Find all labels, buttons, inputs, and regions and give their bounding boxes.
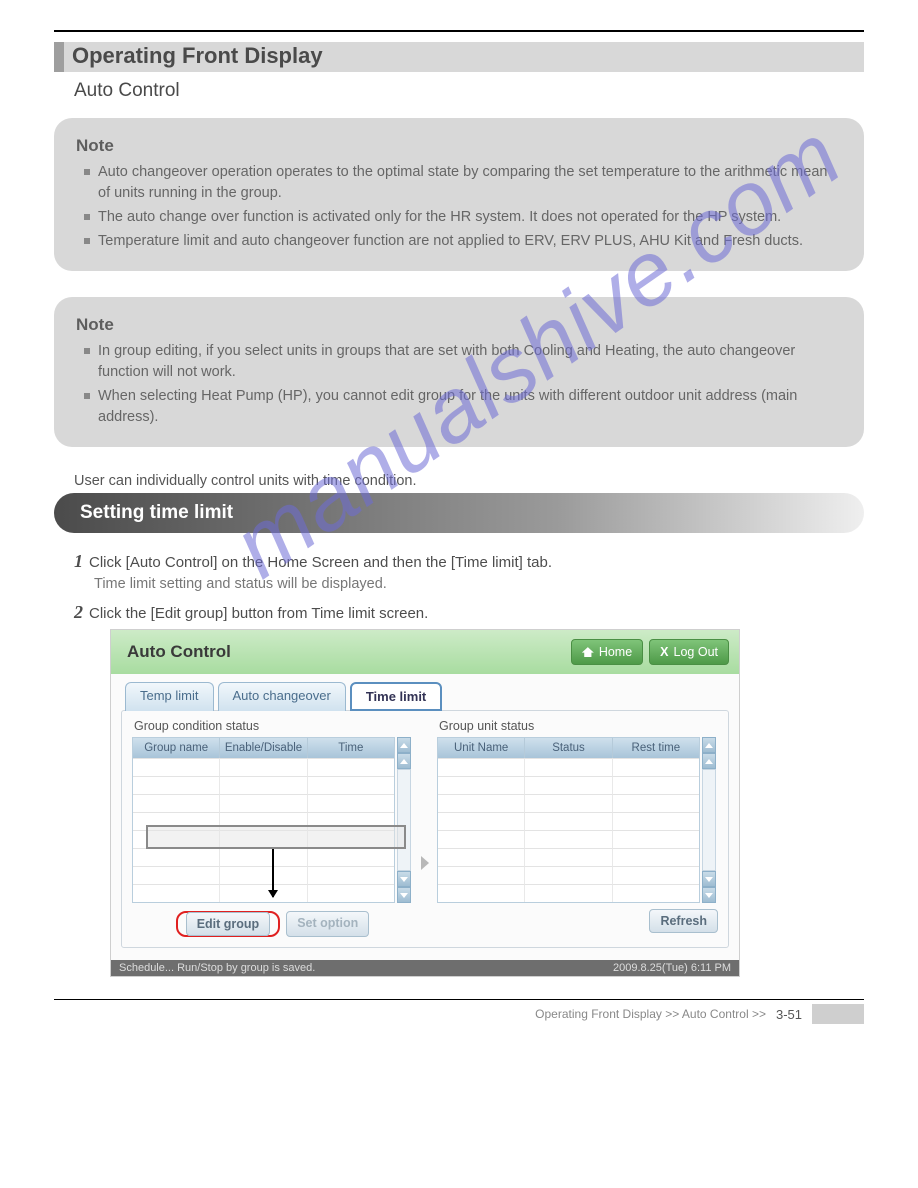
edit-group-highlight: Edit group <box>176 911 281 937</box>
subsection-heading-text: Setting time limit <box>80 502 233 524</box>
transfer-arrow-icon <box>421 856 429 870</box>
step-1-sub: Time limit setting and status will be di… <box>94 576 864 592</box>
intro-text: User can individually control units with… <box>74 473 864 489</box>
section-ribbon: Operating Front Display <box>54 42 864 72</box>
home-icon <box>582 647 594 657</box>
status-bar: Schedule... Run/Stop by group is saved. … <box>111 960 739 976</box>
refresh-button[interactable]: Refresh <box>649 909 718 933</box>
callout-highlight <box>146 825 406 849</box>
set-option-button[interactable]: Set option <box>286 911 369 937</box>
page-number: 3-51 <box>776 1007 802 1022</box>
step-1-text: Click [Auto Control] on the Home Screen … <box>89 554 552 571</box>
scroll-down-button[interactable] <box>397 871 411 887</box>
window-title: Auto Control <box>121 642 565 662</box>
group-condition-pane: Group condition status Group name Enable… <box>132 719 413 937</box>
tab-row: Temp limit Auto changeover Time limit <box>125 682 729 711</box>
callout-arrow <box>272 849 274 897</box>
note-heading: Note <box>76 136 842 156</box>
home-button-label: Home <box>599 645 632 659</box>
rule-top <box>54 30 864 32</box>
scroll-down-button[interactable] <box>702 871 716 887</box>
status-message: Schedule... Run/Stop by group is saved. <box>119 962 315 974</box>
scrollbar-track[interactable] <box>702 769 716 871</box>
status-datetime: 2009.8.25(Tue) 6:11 PM <box>613 962 731 974</box>
note-box-2: Note In group editing, if you select uni… <box>54 297 864 447</box>
page-number-box <box>812 1004 864 1024</box>
window-header: Auto Control Home X Log Out <box>111 630 739 674</box>
scroll-up-button[interactable] <box>397 753 411 769</box>
step-2: 2Click the [Edit group] button from Time… <box>74 602 864 623</box>
col-time: Time <box>308 738 394 758</box>
group-unit-pane: Group unit status Unit Name Status Rest … <box>437 719 718 933</box>
section-title: Operating Front Display <box>72 43 323 69</box>
col-rest-time: Rest time <box>613 738 699 758</box>
note-item: Auto changeover operation operates to th… <box>84 162 842 204</box>
group-unit-table: Unit Name Status Rest time <box>437 737 700 903</box>
rule-bottom <box>54 999 864 1000</box>
col-unit-name: Unit Name <box>438 738 525 758</box>
footer-breadcrumb: Operating Front Display >> Auto Control … <box>535 1007 766 1021</box>
group-unit-label: Group unit status <box>437 719 718 733</box>
tab-temp-limit[interactable]: Temp limit <box>125 682 214 711</box>
note-box-1: Note Auto changeover operation operates … <box>54 118 864 271</box>
section-subtitle: Auto Control <box>74 80 864 102</box>
note-heading: Note <box>76 315 842 335</box>
group-condition-table: Group name Enable/Disable Time <box>132 737 395 903</box>
scroll-top-button[interactable] <box>702 737 716 753</box>
step-1: 1Click [Auto Control] on the Home Screen… <box>74 551 864 572</box>
note-item: Temperature limit and auto changeover fu… <box>84 231 842 252</box>
edit-group-button[interactable]: Edit group <box>186 912 271 936</box>
logout-button[interactable]: X Log Out <box>649 639 729 665</box>
scroll-bottom-button[interactable] <box>702 887 716 903</box>
col-status: Status <box>525 738 612 758</box>
tab-time-limit[interactable]: Time limit <box>350 682 442 711</box>
subsection-heading: Setting time limit <box>54 493 864 533</box>
group-condition-label: Group condition status <box>132 719 413 733</box>
note-item: In group editing, if you select units in… <box>84 341 842 383</box>
home-button[interactable]: Home <box>571 639 643 665</box>
col-group-name: Group name <box>133 738 220 758</box>
note-item: When selecting Heat Pump (HP), you canno… <box>84 386 842 428</box>
tab-auto-changeover[interactable]: Auto changeover <box>218 682 346 711</box>
col-enable-disable: Enable/Disable <box>220 738 307 758</box>
scroll-bottom-button[interactable] <box>397 887 411 903</box>
scroll-up-button[interactable] <box>702 753 716 769</box>
logout-button-label: Log Out <box>674 645 718 659</box>
note-item: The auto change over function is activat… <box>84 207 842 228</box>
close-icon: X <box>660 645 668 659</box>
scroll-top-button[interactable] <box>397 737 411 753</box>
step-2-text: Click the [Edit group] button from Time … <box>89 605 428 622</box>
scrollbar-track[interactable] <box>397 769 411 871</box>
screenshot-auto-control: Auto Control Home X Log Out Temp limit A… <box>110 629 740 977</box>
